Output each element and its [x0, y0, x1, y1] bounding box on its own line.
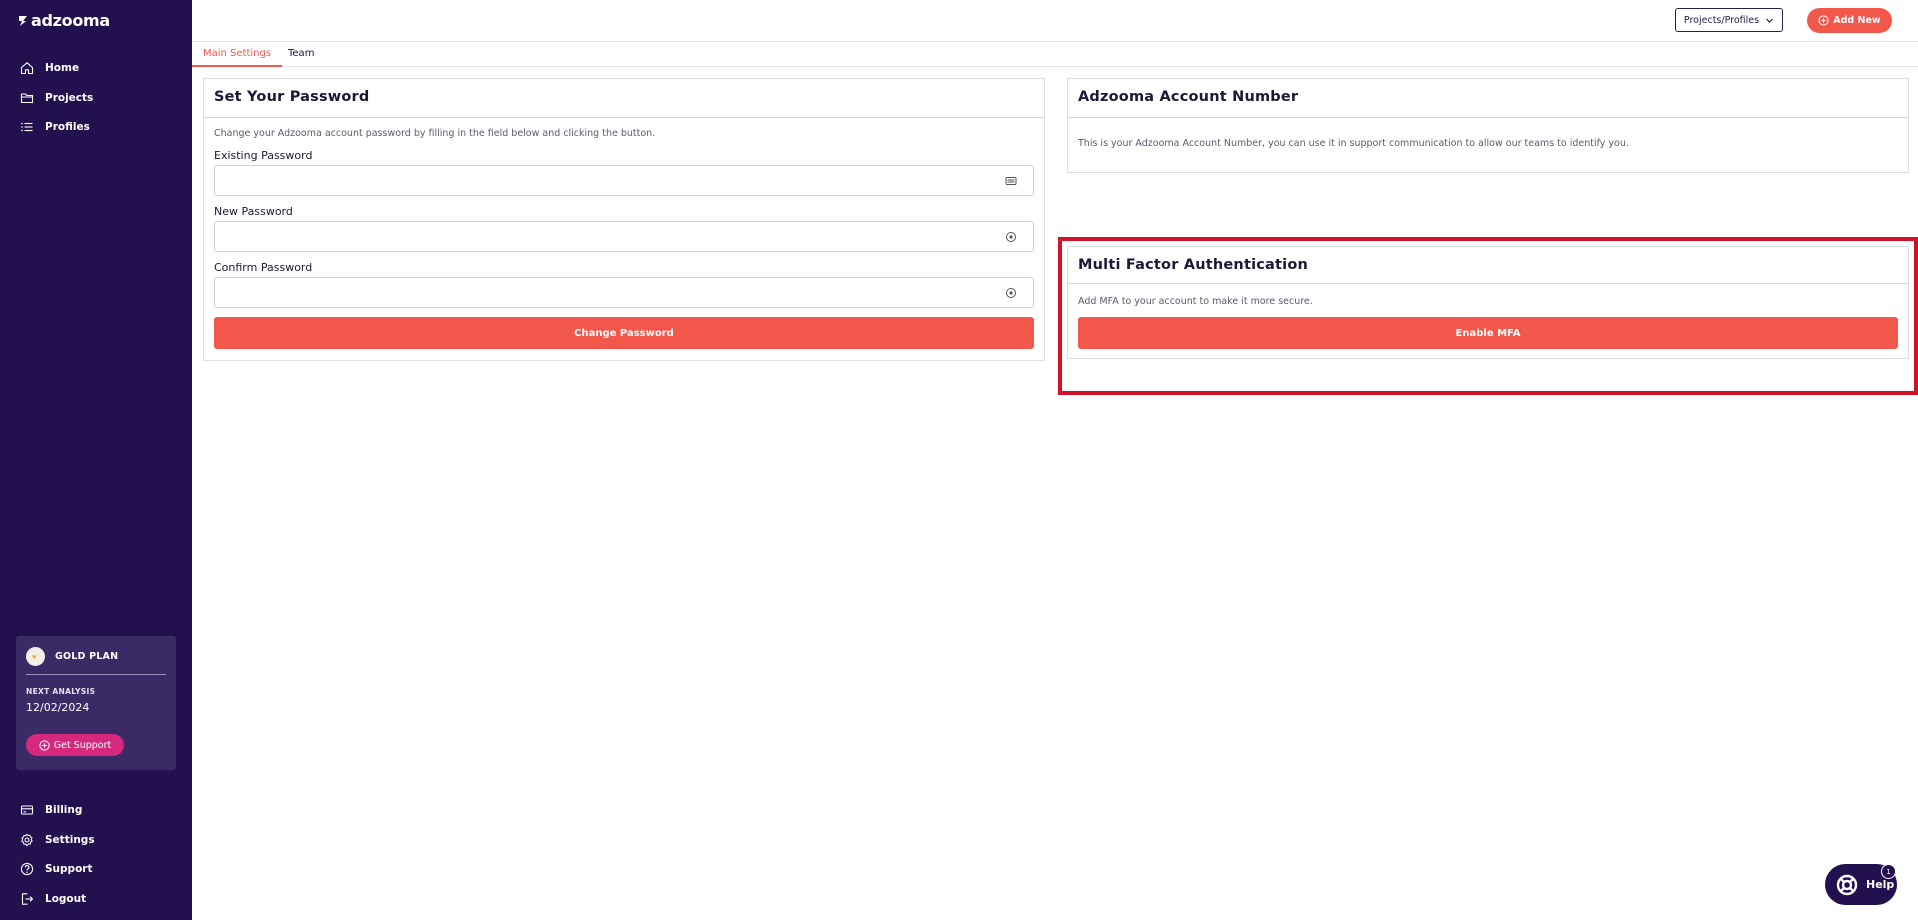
question-circle-icon [19, 861, 35, 877]
sidebar-item-home[interactable]: Home [0, 58, 192, 78]
password-card-title: Set Your Password [214, 89, 370, 105]
projects-profiles-select[interactable]: Projects/Profiles [1675, 8, 1783, 32]
account-number-description: This is your Adzooma Account Number, you… [1078, 138, 1629, 149]
card-divider [204, 117, 1044, 118]
new-password-label: New Password [214, 205, 293, 218]
password-card-description: Change your Adzooma account password by … [214, 128, 656, 139]
brand-logo[interactable]: adzooma [18, 11, 110, 30]
get-support-label: Get Support [53, 739, 112, 751]
add-new-button[interactable]: Add New [1807, 8, 1892, 33]
top-bar [192, 0, 1918, 42]
change-password-button[interactable]: Change Password [214, 317, 1034, 349]
gear-icon [19, 832, 35, 848]
help-label: Help [1866, 878, 1895, 891]
next-analysis-label: NEXT ANALYSIS [26, 687, 96, 696]
new-password-input[interactable] [214, 221, 1034, 252]
password-card: Set Your Password Change your Adzooma ac… [203, 78, 1045, 361]
plan-divider [26, 674, 166, 675]
sidebar-item-label: Home [45, 62, 80, 74]
help-notification-badge: 1 [1881, 864, 1896, 879]
show-password-icon[interactable] [1005, 231, 1017, 243]
sidebar-item-label: Logout [45, 892, 87, 905]
existing-password-input[interactable] [214, 165, 1034, 196]
brand-name: adzooma [31, 11, 110, 30]
existing-password-label: Existing Password [214, 149, 313, 162]
sidebar-nav-primary: Home Projects Profiles [0, 58, 192, 147]
card-divider [1068, 117, 1908, 118]
plan-name: GOLD PLAN [55, 651, 119, 662]
sidebar-item-label: Support [45, 863, 93, 875]
sidebar-item-settings[interactable]: Settings [0, 830, 192, 850]
projects-profiles-label: Projects/Profiles [1683, 14, 1760, 26]
account-number-card: Adzooma Account Number This is your Adzo… [1067, 78, 1909, 173]
chevron-down-icon [1766, 18, 1774, 23]
credit-card-icon [19, 802, 35, 818]
sidebar: adzooma Home Projects Profiles GOLD PLAN… [0, 0, 192, 920]
sidebar-item-label: Profiles [45, 121, 90, 133]
plan-card: GOLD PLAN NEXT ANALYSIS 12/02/2024 Get S… [16, 636, 176, 770]
home-icon [19, 60, 35, 76]
tab-team[interactable]: Team [277, 42, 325, 67]
sidebar-item-support[interactable]: Support [0, 859, 192, 879]
logout-icon [19, 891, 35, 907]
plan-header: GOLD PLAN [26, 647, 118, 666]
sidebar-item-label: Projects [45, 91, 94, 104]
get-support-button[interactable]: Get Support [26, 734, 124, 756]
add-new-label: Add New [1833, 15, 1881, 26]
next-analysis-date: 12/02/2024 [26, 701, 90, 714]
tab-main-settings[interactable]: Main Settings [192, 42, 283, 67]
sidebar-nav-secondary: Billing Settings Support Logout [0, 800, 192, 918]
gold-plan-badge-icon [26, 647, 45, 666]
plus-circle-icon [39, 739, 50, 751]
list-icon [19, 119, 35, 135]
account-number-title: Adzooma Account Number [1078, 89, 1299, 105]
confirm-password-label: Confirm Password [214, 261, 313, 274]
sidebar-item-billing[interactable]: Billing [0, 800, 192, 820]
settings-tabs: Main Settings Team [192, 42, 1918, 67]
lifebuoy-icon [1836, 874, 1858, 895]
show-password-icon[interactable] [1005, 287, 1017, 299]
sidebar-item-label: Billing [45, 804, 83, 816]
sidebar-item-label: Settings [45, 833, 95, 846]
password-manager-icon[interactable] [1005, 175, 1017, 187]
folder-icon [19, 90, 35, 106]
confirm-password-input[interactable] [214, 277, 1034, 308]
highlight-box [1058, 237, 1918, 395]
logo-mark-icon [19, 15, 27, 26]
sidebar-item-logout[interactable]: Logout [0, 889, 192, 909]
sidebar-item-projects[interactable]: Projects [0, 88, 192, 108]
plus-circle-icon [1818, 15, 1829, 26]
sidebar-item-profiles[interactable]: Profiles [0, 117, 192, 137]
